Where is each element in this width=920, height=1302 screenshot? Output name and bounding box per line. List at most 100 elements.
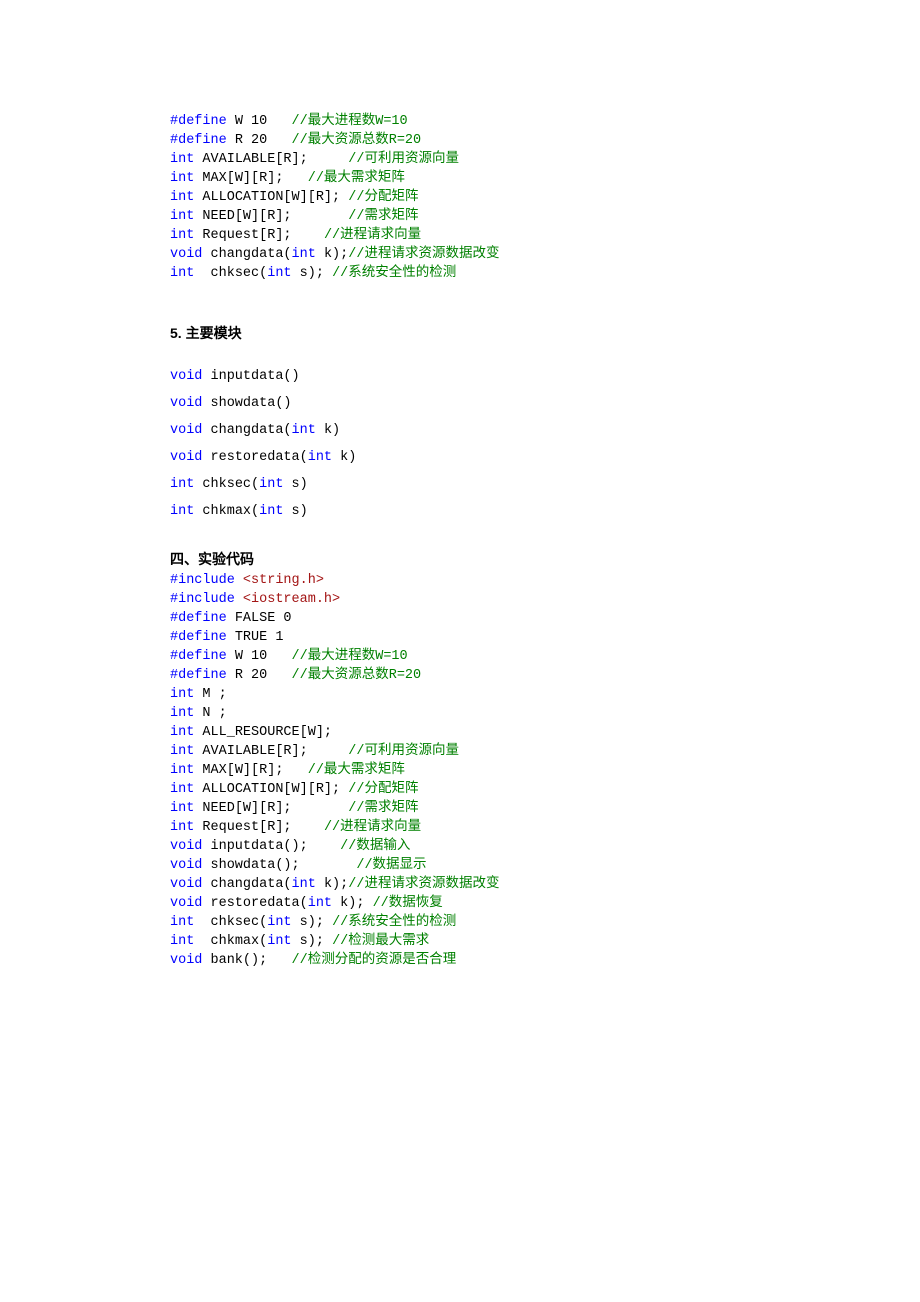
code-token: MAX[W][R]; xyxy=(194,763,307,778)
code-token: //最大资源总数R=20 xyxy=(292,668,422,683)
code-line: #include <string.h> xyxy=(170,571,770,590)
code-token: int xyxy=(292,423,316,438)
code-token: int xyxy=(308,450,332,465)
code-token: chksec( xyxy=(194,477,259,492)
code-token: int xyxy=(170,687,194,702)
code-line: void restoredata(int k); //数据恢复 xyxy=(170,894,770,913)
code-token: //分配矩阵 xyxy=(348,782,418,797)
code-token: void xyxy=(170,877,202,892)
code-line: void inputdata(); //数据输入 xyxy=(170,837,770,856)
code-line: int chkmax(int s) xyxy=(170,498,770,525)
code-line: #define FALSE 0 xyxy=(170,609,770,628)
code-line: int ALL_RESOURCE[W]; xyxy=(170,723,770,742)
code-token: Request[R]; xyxy=(194,820,324,835)
code-token: //可利用资源向量 xyxy=(348,152,459,167)
code-token: #define xyxy=(170,649,227,664)
code-token: //最大需求矩阵 xyxy=(308,763,405,778)
code-token: inputdata() xyxy=(202,369,299,384)
code-token: void xyxy=(170,858,202,873)
code-token: void xyxy=(170,369,202,384)
code-line: #define R 20 //最大资源总数R=20 xyxy=(170,666,770,685)
code-line: int N ; xyxy=(170,704,770,723)
code-line: int NEED[W][R]; //需求矩阵 xyxy=(170,207,770,226)
code-token: k); xyxy=(316,877,348,892)
code-token: //需求矩阵 xyxy=(348,801,418,816)
code-token: int xyxy=(170,706,194,721)
code-token: MAX[W][R]; xyxy=(194,171,307,186)
code-token xyxy=(235,592,243,607)
code-token: //进程请求资源数据改变 xyxy=(348,247,499,262)
code-token: int xyxy=(170,820,194,835)
code-token: NEED[W][R]; xyxy=(194,209,348,224)
code-token: int xyxy=(170,228,194,243)
code-token: int xyxy=(259,504,283,519)
code-token: void xyxy=(170,423,202,438)
code-line: void restoredata(int k) xyxy=(170,444,770,471)
code-token: chksec( xyxy=(194,915,267,930)
code-token: #define xyxy=(170,668,227,683)
code-token: int xyxy=(267,915,291,930)
code-token: s); xyxy=(292,915,333,930)
code-token: //数据输入 xyxy=(340,839,410,854)
code-line: int chksec(int s); //系统安全性的检测 xyxy=(170,913,770,932)
code-token: int xyxy=(170,171,194,186)
code-line: void changdata(int k) xyxy=(170,417,770,444)
code-token: int xyxy=(170,915,194,930)
code-token: changdata( xyxy=(202,247,291,262)
code-token: void xyxy=(170,450,202,465)
code-line: #define R 20 //最大资源总数R=20 xyxy=(170,131,770,150)
code-line: int MAX[W][R]; //最大需求矩阵 xyxy=(170,169,770,188)
code-token: restoredata( xyxy=(202,450,307,465)
code-block-2: void inputdata()void showdata()void chan… xyxy=(170,363,770,525)
code-token: showdata() xyxy=(202,396,291,411)
code-line: void changdata(int k);//进程请求资源数据改变 xyxy=(170,245,770,264)
code-line: void showdata(); //数据显示 xyxy=(170,856,770,875)
code-token: <string.h> xyxy=(243,573,324,588)
code-line: int NEED[W][R]; //需求矩阵 xyxy=(170,799,770,818)
code-token: int xyxy=(170,504,194,519)
code-token: s) xyxy=(283,504,307,519)
code-token: //检测最大需求 xyxy=(332,934,429,949)
code-token: int xyxy=(267,934,291,949)
code-block-3: #include <string.h>#include <iostream.h>… xyxy=(170,571,770,970)
code-token: int xyxy=(170,934,194,949)
code-token: void xyxy=(170,953,202,968)
code-token: void xyxy=(170,896,202,911)
code-token xyxy=(235,573,243,588)
code-token: AVAILABLE[R]; xyxy=(194,744,348,759)
code-token: k) xyxy=(316,423,340,438)
code-token: R 20 xyxy=(227,668,292,683)
code-line: int ALLOCATION[W][R]; //分配矩阵 xyxy=(170,188,770,207)
code-token: int xyxy=(308,896,332,911)
code-token: int xyxy=(267,266,291,281)
code-token: changdata( xyxy=(202,423,291,438)
code-token: W 10 xyxy=(227,649,292,664)
code-line: void bank(); //检测分配的资源是否合理 xyxy=(170,951,770,970)
code-token: //数据显示 xyxy=(356,858,426,873)
code-token: //系统安全性的检测 xyxy=(332,915,456,930)
code-token: int xyxy=(170,477,194,492)
code-token: chksec( xyxy=(194,266,267,281)
code-token: Request[R]; xyxy=(194,228,324,243)
code-token: //检测分配的资源是否合理 xyxy=(292,953,457,968)
code-token: #define xyxy=(170,133,227,148)
code-token: changdata( xyxy=(202,877,291,892)
code-token: //可利用资源向量 xyxy=(348,744,459,759)
code-token: ALLOCATION[W][R]; xyxy=(194,782,348,797)
code-token: ALL_RESOURCE[W]; xyxy=(194,725,332,740)
code-token: chkmax( xyxy=(194,504,259,519)
code-token: bank(); xyxy=(202,953,291,968)
code-token: int xyxy=(170,782,194,797)
code-line: #define TRUE 1 xyxy=(170,628,770,647)
code-line: int AVAILABLE[R]; //可利用资源向量 xyxy=(170,150,770,169)
code-token: int xyxy=(170,801,194,816)
code-token: restoredata( xyxy=(202,896,307,911)
code-token: int xyxy=(170,190,194,205)
code-token: ALLOCATION[W][R]; xyxy=(194,190,348,205)
code-token: R 20 xyxy=(227,133,292,148)
code-line: int MAX[W][R]; //最大需求矩阵 xyxy=(170,761,770,780)
code-token: int xyxy=(170,266,194,281)
code-token: #define xyxy=(170,611,227,626)
code-token: //最大需求矩阵 xyxy=(308,171,405,186)
code-line: int chksec(int s); //系统安全性的检测 xyxy=(170,264,770,283)
